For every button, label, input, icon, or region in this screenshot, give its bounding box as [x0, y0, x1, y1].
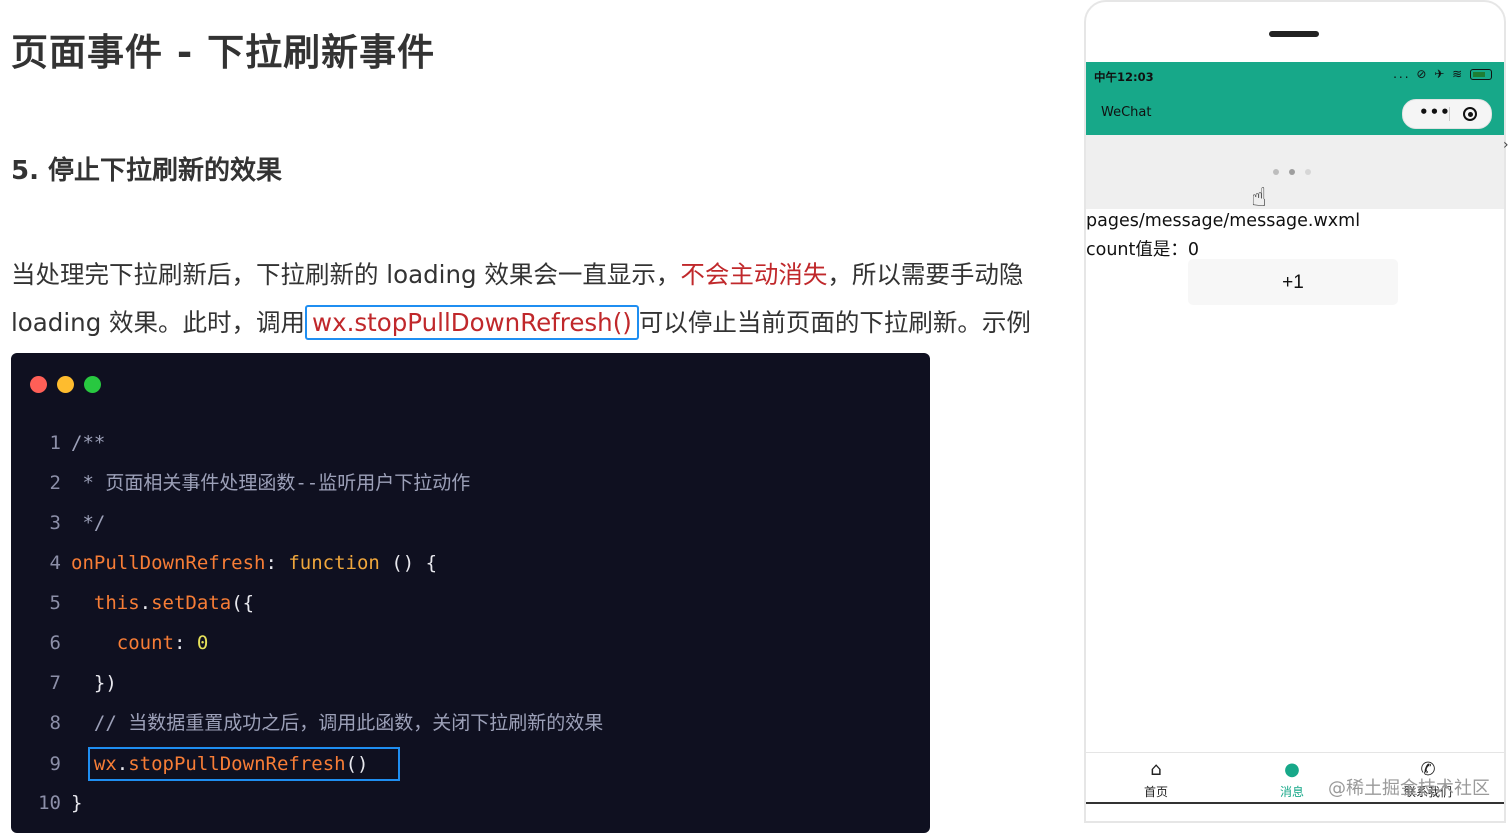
phone-simulator: 中午12:03 ... ⊘ ✈ ≋ WeChat ••• ☝ pages/mes…: [1084, 0, 1506, 823]
paragraph-text: 当处理完下拉刷新后，下拉刷新的 loading 效果会一直显示，: [11, 260, 681, 289]
code-keyword: function: [288, 552, 380, 574]
page-path-text: pages/message/message.wxml: [1086, 211, 1361, 231]
paragraph-text: loading 效果。此时，调用: [11, 308, 306, 337]
code-number: 0: [196, 632, 209, 654]
increment-button[interactable]: +1: [1188, 259, 1398, 305]
code-line: 3 */: [11, 507, 106, 539]
window-maximize-dot: [84, 376, 101, 393]
window-minimize-dot: [57, 376, 74, 393]
code-punct: .: [139, 592, 152, 614]
more-icon[interactable]: •••: [1419, 103, 1451, 121]
paragraph-line-1: 当处理完下拉刷新后，下拉刷新的 loading 效果会一直显示，不会主动消失，所…: [11, 256, 1023, 291]
code-line: 7 }): [11, 667, 117, 699]
window-close-dot: [30, 376, 47, 393]
code-punct: .: [116, 753, 129, 775]
code-comment: */: [71, 512, 106, 534]
section-subtitle: 5. 停止下拉刷新的效果: [11, 156, 283, 186]
nav-title: WeChat: [1101, 105, 1152, 120]
code-identifier: setData: [151, 592, 232, 614]
loading-dot: [1305, 169, 1311, 175]
code-punct: ({: [231, 592, 255, 614]
home-indicator: [1086, 802, 1504, 804]
code-punct: (): [345, 753, 369, 775]
paragraph-text: ，所以需要手动隐: [827, 260, 1024, 289]
code-line: 10}: [11, 787, 82, 819]
hand-cursor-icon: ☝: [1251, 183, 1267, 213]
code-line: 2 * 页面相关事件处理函数--监听用户下拉动作: [11, 467, 471, 499]
code-line: 4 onPullDownRefresh: function () {: [11, 547, 438, 579]
watermark: @稀土掘金技术社区: [1328, 778, 1490, 799]
signal-icons: ... ⊘ ✈ ≋: [1393, 67, 1465, 81]
status-time: 中午12:03: [1094, 70, 1154, 84]
inline-code-highlight: wx.stopPullDownRefresh(): [305, 305, 639, 340]
line-number: 5: [49, 592, 61, 614]
wechat-navigation-bar: 中午12:03 ... ⊘ ✈ ≋ WeChat •••: [1086, 62, 1504, 135]
line-number: 3: [49, 512, 61, 534]
paragraph-text: 可以停止当前页面的下拉刷新。示例: [638, 308, 1031, 337]
code-punct: :: [173, 632, 197, 654]
code-panel: 1 /** 2 * 页面相关事件处理函数--监听用户下拉动作 3 */ 4 onPu…: [11, 353, 930, 833]
pull-refresh-area: ☝: [1086, 135, 1504, 213]
code-line: 8 // 当数据重置成功之后，调用此函数，关闭下拉刷新的效果: [11, 707, 604, 739]
message-icon: ●: [1284, 759, 1300, 780]
chevron-right-icon[interactable]: ›: [1503, 137, 1509, 153]
home-icon: ⌂: [1150, 759, 1162, 780]
code-punct: }: [71, 792, 83, 814]
code-line: 1 /**: [11, 427, 106, 459]
highlighted-call: wx.stopPullDownRefresh(): [87, 747, 401, 781]
line-number: 2: [49, 472, 61, 494]
code-comment: /**: [71, 432, 106, 454]
line-number: 8: [49, 712, 61, 734]
code-identifier: stopPullDownRefresh: [128, 753, 346, 775]
code-identifier: count: [116, 632, 174, 654]
line-number: 10: [38, 792, 61, 814]
loading-dot: [1289, 169, 1295, 175]
paragraph: 当处理完下拉刷新后，下拉刷新的 loading 效果会一直显示，不会主动消失，所…: [0, 250, 1078, 350]
code-line: 5 this.setData({: [11, 587, 255, 619]
count-text: count值是：0: [1086, 240, 1200, 260]
tab-label: 首页: [1143, 785, 1168, 799]
phone-speaker: [1269, 31, 1319, 37]
status-icons: ... ⊘ ✈ ≋: [1393, 67, 1492, 81]
code-punct: () {: [379, 552, 438, 574]
code-comment: // 当数据重置成功之后，调用此函数，关闭下拉刷新的效果: [93, 712, 604, 734]
code-line: 6 count: 0: [11, 627, 209, 659]
paragraph-line-2: loading 效果。此时，调用 wx.stopPullDownRefresh()…: [11, 304, 1031, 340]
code-line: 9 wx.stopPullDownRefresh(): [11, 747, 401, 781]
tab-home[interactable]: ⌂ 首页: [1126, 759, 1186, 800]
tab-message[interactable]: ● 消息: [1262, 759, 1322, 800]
slide-title: 页面事件 - 下拉刷新事件: [11, 31, 436, 74]
code-punct: }): [93, 672, 117, 694]
line-number: 6: [49, 632, 61, 654]
tab-label: 消息: [1279, 785, 1304, 799]
code-punct: :: [265, 552, 289, 574]
emphasis-text: 不会主动消失: [680, 260, 828, 289]
code-identifier: onPullDownRefresh: [71, 552, 266, 574]
code-comment: * 页面相关事件处理函数--监听用户下拉动作: [71, 472, 471, 494]
code-identifier: wx: [93, 753, 117, 775]
battery-icon: [1470, 69, 1492, 80]
line-number: 1: [49, 432, 61, 454]
line-number: 9: [49, 753, 61, 775]
capsule-divider: [1449, 107, 1450, 121]
loading-dot: [1273, 169, 1279, 175]
code-keyword: this: [93, 592, 140, 614]
line-number: 7: [49, 672, 61, 694]
capsule-menu[interactable]: •••: [1402, 99, 1492, 129]
line-number: 4: [49, 552, 61, 574]
close-miniprogram-icon[interactable]: [1463, 107, 1477, 121]
